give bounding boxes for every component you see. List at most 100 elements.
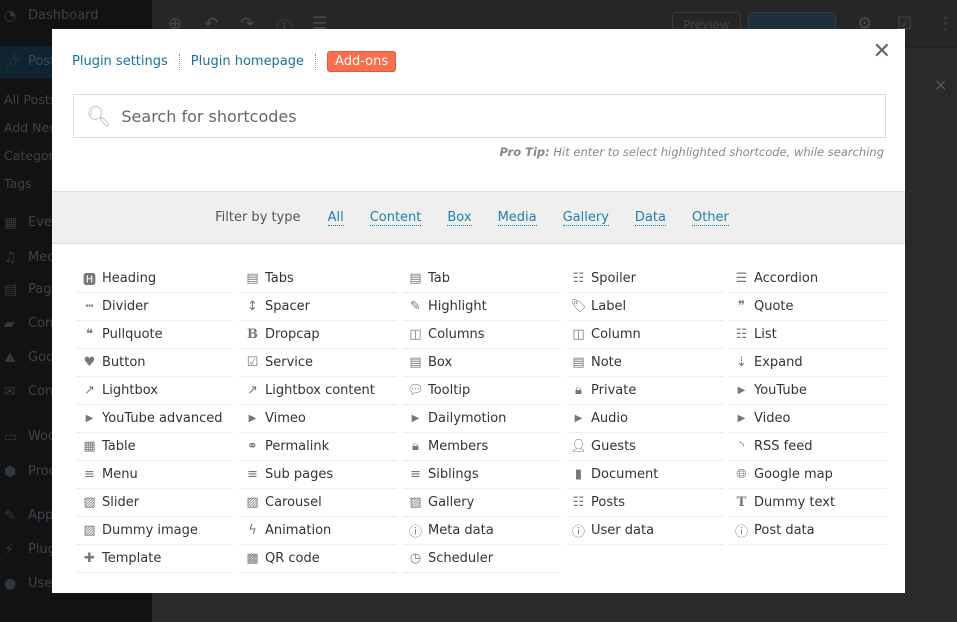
shortcode-dailymotion[interactable]: ▶ Dailymotion: [403, 405, 560, 433]
shortcode-gallery[interactable]: ▨ Gallery: [403, 489, 560, 517]
filter-box[interactable]: Box: [447, 210, 472, 226]
filter-all[interactable]: All: [327, 210, 344, 226]
shortcode-label: Heading: [102, 271, 157, 286]
shortcode-dummy-text[interactable]: T Dummy text: [729, 489, 886, 517]
shortcode-label: RSS feed: [754, 439, 813, 454]
shortcode-qr-code[interactable]: ▩ QR code: [240, 545, 397, 573]
divider: [315, 53, 317, 70]
woo-icon: ▭: [4, 429, 18, 445]
shortcode-label: Highlight: [428, 299, 487, 314]
shortcode-user-data[interactable]: ⓘ User data: [566, 517, 723, 545]
shortcode-note[interactable]: ▤ Note: [566, 349, 723, 377]
shortcode-label: Lightbox: [102, 383, 158, 398]
quote-right-icon: ❞: [738, 299, 745, 314]
shortcode-dropcap[interactable]: B Dropcap: [240, 321, 397, 349]
shortcode-google-map[interactable]: 🌐︎ Google map: [729, 461, 886, 489]
shortcode-document[interactable]: ▮ Document: [566, 461, 723, 489]
shortcode-permalink[interactable]: ⚭ Permalink: [240, 433, 397, 461]
calendar-icon: ▦: [4, 215, 18, 231]
shortcode-button[interactable]: ♥ Button: [77, 349, 234, 377]
shortcode-video[interactable]: ▶ Video: [729, 405, 886, 433]
more-icon[interactable]: ⋮: [937, 14, 954, 34]
shortcode-posts[interactable]: ☷ Posts: [566, 489, 723, 517]
shortcode-table[interactable]: ▦ Table: [77, 433, 234, 461]
shortcode-slider[interactable]: ▨ Slider: [77, 489, 234, 517]
pages-icon: ▤: [4, 282, 18, 298]
pro-tip-label: Pro Tip:: [499, 145, 550, 159]
shortcode-heading[interactable]: 🅷 Heading: [77, 265, 234, 293]
search-input[interactable]: [121, 106, 885, 126]
pencil-icon: ✎: [410, 299, 421, 314]
shortcode-spoiler[interactable]: ☷ Spoiler: [566, 265, 723, 293]
shortcode-private[interactable]: 🔒︎ Private: [566, 377, 723, 405]
shortcode-service[interactable]: ☑ Service: [240, 349, 397, 377]
shortcode-youtube[interactable]: ▶ YouTube: [729, 377, 886, 405]
shortcode-vimeo[interactable]: ▶ Vimeo: [240, 405, 397, 433]
qrcode-icon: ▩: [246, 551, 259, 566]
shortcode-siblings[interactable]: ≡ Siblings: [403, 461, 560, 489]
plugin-homepage-link[interactable]: Plugin homepage: [191, 54, 304, 69]
shortcode-rss-feed[interactable]: ◝ RSS feed: [729, 433, 886, 461]
panel-close-icon[interactable]: ✕: [934, 76, 947, 95]
comment-icon: ▰: [4, 316, 15, 332]
shortcode-accordion[interactable]: ☰ Accordion: [729, 265, 886, 293]
shortcode-label: Column: [591, 327, 641, 342]
shortcode-tooltip[interactable]: 💬︎ Tooltip: [403, 377, 560, 405]
filter-gallery[interactable]: Gallery: [562, 210, 609, 226]
shortcode-label[interactable]: 🏷︎ Label: [566, 293, 723, 321]
shortcode-post-data[interactable]: ⓘ Post data: [729, 517, 886, 545]
shortcode-lightbox-content[interactable]: ↗ Lightbox content: [240, 377, 397, 405]
shortcode-dummy-image[interactable]: ▨ Dummy image: [77, 517, 234, 545]
shortcode-column[interactable]: ◫ Column: [566, 321, 723, 349]
shortcode-menu[interactable]: ≡ Menu: [77, 461, 234, 489]
picture-icon: ▨: [246, 495, 259, 510]
shortcode-spacer[interactable]: ↕ Spacer: [240, 293, 397, 321]
media-icon: ♫: [4, 250, 17, 266]
arrows-v-icon: ↕: [247, 299, 258, 314]
check-square-icon: ☑: [246, 355, 259, 370]
shortcode-quote[interactable]: ❞ Quote: [729, 293, 886, 321]
shortcode-label: Tab: [428, 271, 451, 286]
shortcode-label: Dummy image: [102, 523, 198, 538]
filter-other[interactable]: Other: [691, 210, 729, 226]
map-icon: ⛰: [4, 350, 16, 366]
shortcode-guests[interactable]: 👤︎ Guests: [566, 433, 723, 461]
addons-button[interactable]: Add-ons: [327, 51, 397, 72]
external-link-icon: ↗: [84, 383, 95, 398]
shortcode-box[interactable]: ▤ Box: [403, 349, 560, 377]
shortcode-highlight[interactable]: ✎ Highlight: [403, 293, 560, 321]
shortcode-pullquote[interactable]: ❝ Pullquote: [77, 321, 234, 349]
shortcode-list[interactable]: ☷ List: [729, 321, 886, 349]
filter-content[interactable]: Content: [369, 210, 422, 226]
shortcode-template[interactable]: ✚ Template: [77, 545, 234, 573]
shortcode-audio[interactable]: ▶ Audio: [566, 405, 723, 433]
list-alt-icon: ▤: [246, 271, 259, 286]
plugin-settings-link[interactable]: Plugin settings: [72, 54, 168, 69]
shortcode-meta-data[interactable]: ⓘ Meta data: [403, 517, 560, 545]
shortcode-members[interactable]: 🔒︎ Members: [403, 433, 560, 461]
shortcode-label: Spoiler: [591, 271, 637, 286]
pro-tip: Pro Tip: Hit enter to select highlighted…: [499, 145, 884, 159]
filter-data[interactable]: Data: [634, 210, 666, 226]
shortcode-label: User data: [591, 523, 655, 538]
shortcode-scheduler[interactable]: ◷ Scheduler: [403, 545, 560, 573]
shortcode-carousel[interactable]: ▨ Carousel: [240, 489, 397, 517]
sidebar-item[interactable]: ◔ Dashboard: [0, 2, 152, 30]
bars-icon: ≡: [84, 467, 95, 482]
shortcode-tab[interactable]: ▤ Tab: [403, 265, 560, 293]
shortcode-label: QR code: [265, 551, 320, 566]
pin-icon: 📌︎: [4, 54, 22, 70]
shortcode-label: Siblings: [428, 467, 479, 482]
close-icon[interactable]: ✕: [873, 39, 891, 64]
shortcode-label: Post data: [754, 523, 815, 538]
filter-media[interactable]: Media: [497, 210, 537, 226]
shortcode-youtube-advanced[interactable]: ▶ YouTube advanced: [77, 405, 234, 433]
picture-icon: ▨: [83, 523, 96, 538]
shortcode-tabs[interactable]: ▤ Tabs: [240, 265, 397, 293]
shortcode-lightbox[interactable]: ↗ Lightbox: [77, 377, 234, 405]
shortcode-columns[interactable]: ◫ Columns: [403, 321, 560, 349]
shortcode-expand[interactable]: ⇣ Expand: [729, 349, 886, 377]
shortcode-animation[interactable]: ϟ Animation: [240, 517, 397, 545]
shortcode-divider[interactable]: ┅ Divider: [77, 293, 234, 321]
shortcode-sub-pages[interactable]: ≡ Sub pages: [240, 461, 397, 489]
